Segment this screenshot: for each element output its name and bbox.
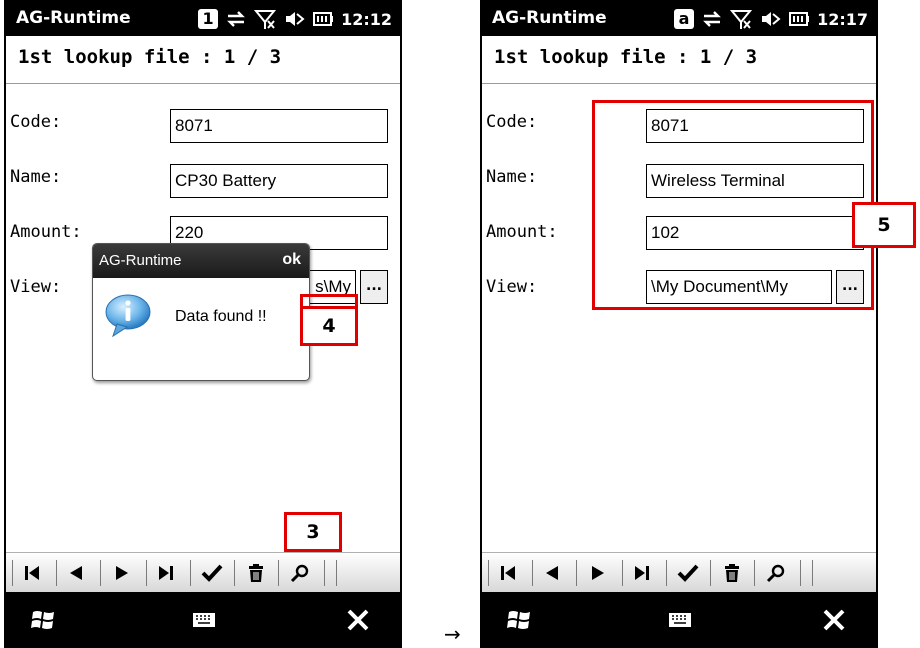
- status-bar: AG-Runtime 1 12:12: [6, 2, 400, 36]
- toolbar-separator: [234, 560, 235, 586]
- windows-start-icon[interactable]: [30, 607, 56, 633]
- popup-title: AG-Runtime: [99, 252, 182, 269]
- taskbar: [6, 592, 400, 646]
- toolbar-separator: [622, 560, 623, 586]
- next-record-icon[interactable]: [108, 559, 136, 587]
- battery-icon: [789, 12, 810, 26]
- last-record-icon[interactable]: [152, 559, 180, 587]
- toolbar-separator: [666, 560, 667, 586]
- toolbar-separator: [56, 560, 57, 586]
- record-toolbar: [6, 552, 400, 592]
- input-mode-indicator: a: [674, 9, 695, 29]
- name-label: Name:: [486, 167, 538, 187]
- callout-5: 5: [852, 202, 916, 248]
- keyboard-icon[interactable]: [668, 612, 692, 628]
- toolbar-separator: [146, 560, 147, 586]
- toolbar-separator: [100, 560, 101, 586]
- record-counter: 1st lookup file : 1 / 3: [18, 46, 282, 68]
- view-label: View:: [10, 277, 62, 297]
- keyboard-icon[interactable]: [192, 612, 216, 628]
- toolbar-separator: [576, 560, 577, 586]
- no-signal-icon: [730, 10, 753, 29]
- transition-arrow: →: [444, 622, 461, 646]
- battery-icon: [313, 12, 334, 26]
- clock: 12:12: [341, 9, 392, 29]
- amount-label: Amount:: [486, 222, 558, 242]
- previous-record-icon[interactable]: [538, 559, 566, 587]
- toolbar-separator: [278, 560, 279, 586]
- info-icon: [105, 294, 151, 338]
- no-signal-icon: [254, 10, 277, 29]
- previous-record-icon[interactable]: [62, 559, 90, 587]
- toolbar-separator: [812, 560, 813, 586]
- toolbar-separator: [336, 560, 337, 586]
- device-screen-after: AG-Runtime a 12:17 1st lookup file : 1 /…: [480, 0, 878, 648]
- record-counter: 1st lookup file : 1 / 3: [494, 46, 758, 68]
- callout-5-box: [592, 100, 874, 310]
- toolbar-separator: [324, 560, 325, 586]
- data-connection-icon: [703, 11, 721, 27]
- record-toolbar: [482, 552, 876, 592]
- record-header: 1st lookup file : 1 / 3: [482, 36, 876, 84]
- last-record-icon[interactable]: [628, 559, 656, 587]
- toolbar-separator: [12, 560, 13, 586]
- toolbar-separator: [710, 560, 711, 586]
- confirm-icon[interactable]: [198, 559, 226, 587]
- confirm-icon[interactable]: [674, 559, 702, 587]
- toolbar-separator: [532, 560, 533, 586]
- input-mode-indicator: 1: [198, 9, 219, 29]
- code-label: Code:: [10, 112, 62, 132]
- app-title: AG-Runtime: [16, 8, 131, 28]
- view-label: View:: [486, 277, 538, 297]
- popup-title-bar: AG-Runtime ok: [93, 244, 309, 278]
- code-label: Code:: [486, 112, 538, 132]
- clock: 12:17: [817, 9, 868, 29]
- toolbar-separator: [754, 560, 755, 586]
- callout-3: 3: [284, 512, 342, 552]
- search-icon[interactable]: [286, 559, 314, 587]
- speaker-off-icon: [286, 12, 305, 26]
- toolbar-separator: [190, 560, 191, 586]
- next-record-icon[interactable]: [584, 559, 612, 587]
- speaker-off-icon: [762, 12, 781, 26]
- popup-ok-button[interactable]: ok: [282, 251, 301, 269]
- delete-icon[interactable]: [718, 559, 746, 587]
- first-record-icon[interactable]: [18, 559, 46, 587]
- popup-message: Data found !!: [175, 308, 267, 325]
- name-field[interactable]: CP30 Battery: [170, 164, 388, 198]
- data-connection-icon: [227, 11, 245, 27]
- status-bar: AG-Runtime a 12:17: [482, 2, 876, 36]
- app-title: AG-Runtime: [492, 8, 607, 28]
- taskbar: [482, 592, 876, 646]
- message-popup: AG-Runtime ok Data found !!: [92, 243, 310, 381]
- close-icon[interactable]: [346, 608, 370, 632]
- code-field[interactable]: 8071: [170, 109, 388, 143]
- delete-icon[interactable]: [242, 559, 270, 587]
- callout-4: 4: [300, 306, 358, 346]
- name-label: Name:: [10, 167, 62, 187]
- search-icon[interactable]: [762, 559, 790, 587]
- close-icon[interactable]: [822, 608, 846, 632]
- first-record-icon[interactable]: [494, 559, 522, 587]
- amount-label: Amount:: [10, 222, 82, 242]
- toolbar-separator: [488, 560, 489, 586]
- browse-button[interactable]: ...: [360, 270, 388, 304]
- windows-start-icon[interactable]: [506, 607, 532, 633]
- toolbar-separator: [800, 560, 801, 586]
- record-header: 1st lookup file : 1 / 3: [6, 36, 400, 84]
